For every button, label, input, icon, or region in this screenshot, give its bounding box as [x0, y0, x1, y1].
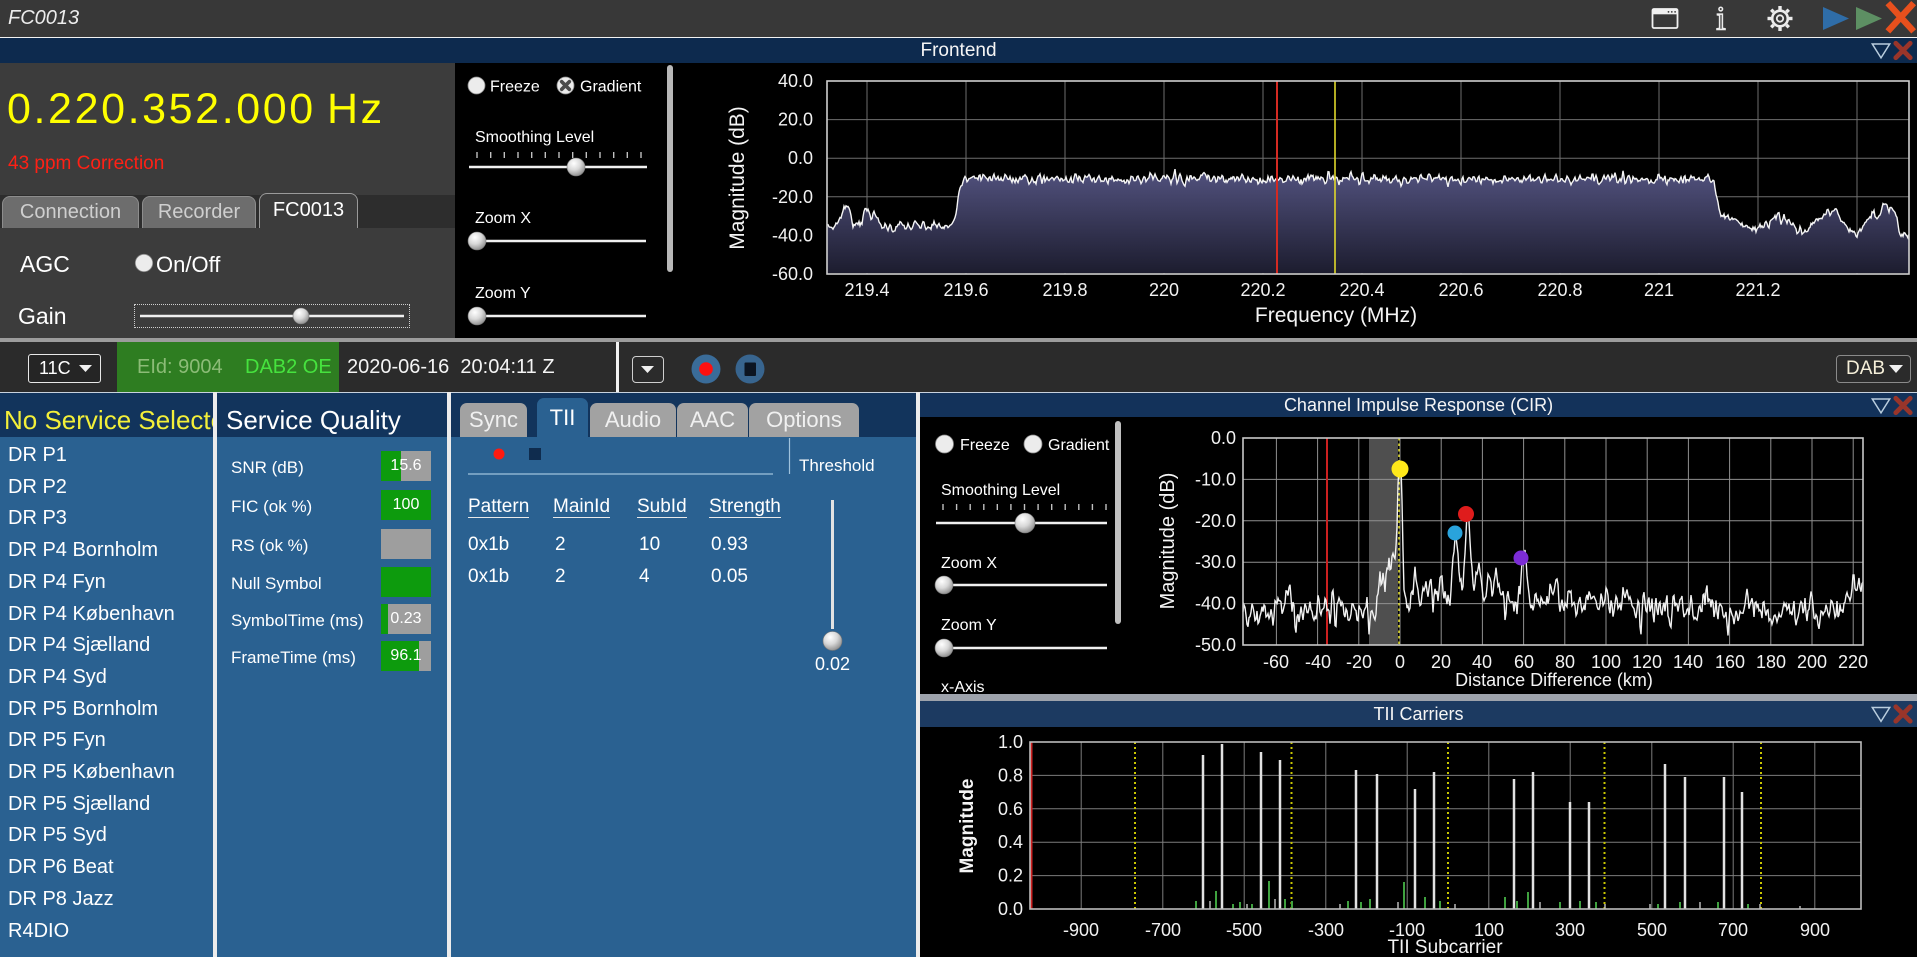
svg-text:Smoothing Level: Smoothing Level: [475, 129, 594, 146]
svg-text:700: 700: [1718, 920, 1748, 940]
svg-text:-20.0: -20.0: [772, 187, 813, 207]
svg-text:100: 100: [1591, 652, 1621, 672]
svg-text:TII Subcarrier: TII Subcarrier: [1387, 937, 1503, 957]
svg-text:Magnitude (dB): Magnitude (dB): [1157, 473, 1179, 610]
svg-text:219.4: 219.4: [844, 280, 889, 300]
svg-text:220.6: 220.6: [1438, 280, 1483, 300]
svg-text:120: 120: [1632, 652, 1662, 672]
svg-text:221.2: 221.2: [1735, 280, 1780, 300]
svg-text:-40.0: -40.0: [1195, 594, 1236, 614]
svg-text:Freeze: Freeze: [490, 79, 540, 96]
svg-text:0.0: 0.0: [998, 899, 1023, 919]
svg-text:Freeze: Freeze: [960, 437, 1010, 454]
svg-text:-40.0: -40.0: [772, 225, 813, 245]
svg-text:Zoom X: Zoom X: [941, 555, 997, 572]
svg-text:-60.0: -60.0: [772, 264, 813, 284]
svg-text:-700: -700: [1145, 920, 1181, 940]
svg-text:20: 20: [1431, 652, 1451, 672]
svg-text:Zoom X: Zoom X: [475, 210, 531, 227]
svg-text:-900: -900: [1063, 920, 1099, 940]
svg-text:-30.0: -30.0: [1195, 552, 1236, 572]
svg-text:80: 80: [1555, 652, 1575, 672]
svg-text:i: i: [1716, 1, 1725, 38]
svg-text:-500: -500: [1226, 920, 1262, 940]
svg-text:0.4: 0.4: [998, 832, 1023, 852]
svg-text:220: 220: [1149, 280, 1179, 300]
svg-text:40: 40: [1472, 652, 1492, 672]
svg-text:900: 900: [1800, 920, 1830, 940]
svg-text:300: 300: [1555, 920, 1585, 940]
svg-text:40.0: 40.0: [778, 71, 813, 91]
svg-text:60: 60: [1514, 652, 1534, 672]
svg-text:Frequency (MHz): Frequency (MHz): [1255, 304, 1417, 327]
svg-text:180: 180: [1756, 652, 1786, 672]
svg-text:x-Axis: x-Axis: [941, 679, 985, 694]
svg-text:Smoothing Level: Smoothing Level: [941, 482, 1060, 499]
svg-text:Magnitude: Magnitude: [957, 779, 978, 874]
svg-text:-10.0: -10.0: [1195, 469, 1236, 489]
svg-text:0.8: 0.8: [998, 765, 1023, 785]
svg-text:Gradient: Gradient: [580, 79, 642, 96]
svg-text:0.0: 0.0: [1211, 428, 1236, 448]
svg-text:0.6: 0.6: [998, 799, 1023, 819]
svg-text:220: 220: [1838, 652, 1868, 672]
svg-text:Zoom Y: Zoom Y: [475, 285, 531, 302]
svg-text:-60: -60: [1263, 652, 1289, 672]
svg-text:Magnitude (dB): Magnitude (dB): [726, 106, 749, 250]
svg-text:140: 140: [1673, 652, 1703, 672]
svg-text:Gradient: Gradient: [1048, 437, 1110, 454]
svg-text:221: 221: [1644, 280, 1674, 300]
svg-text:-50.0: -50.0: [1195, 635, 1236, 655]
svg-text:0: 0: [1395, 652, 1405, 672]
svg-text:0.2: 0.2: [998, 866, 1023, 886]
svg-text:0.0: 0.0: [788, 148, 813, 168]
svg-text:500: 500: [1637, 920, 1667, 940]
svg-text:220.2: 220.2: [1240, 280, 1285, 300]
svg-text:Zoom Y: Zoom Y: [941, 617, 997, 634]
svg-text:160: 160: [1715, 652, 1745, 672]
svg-text:-20: -20: [1346, 652, 1372, 672]
svg-text:200: 200: [1797, 652, 1827, 672]
svg-text:-20.0: -20.0: [1195, 511, 1236, 531]
svg-text:219.8: 219.8: [1042, 280, 1087, 300]
svg-text:-40: -40: [1305, 652, 1331, 672]
svg-text:220.4: 220.4: [1339, 280, 1384, 300]
svg-text:-300: -300: [1308, 920, 1344, 940]
svg-text:20.0: 20.0: [778, 110, 813, 130]
svg-text:Distance Difference (km): Distance Difference (km): [1455, 670, 1653, 690]
svg-text:219.6: 219.6: [943, 280, 988, 300]
svg-text:1.0: 1.0: [998, 732, 1023, 752]
svg-text:220.8: 220.8: [1537, 280, 1582, 300]
